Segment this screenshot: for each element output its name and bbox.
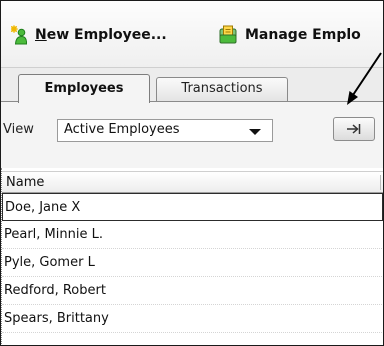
- employee-name: Pearl, Minnie L.: [4, 227, 103, 242]
- callout-arrow-icon: [347, 52, 382, 105]
- view-label: View: [3, 122, 34, 137]
- new-employee-accel: N: [35, 27, 47, 43]
- employee-row[interactable]: Doe, Jane X: [2, 193, 383, 221]
- new-employee-label: ew Employee...: [46, 27, 167, 43]
- new-employee-icon: [11, 25, 27, 45]
- column-header-name[interactable]: Name: [2, 171, 383, 193]
- employee-name: Doe, Jane X: [5, 200, 81, 215]
- expand-panel-button[interactable]: [333, 117, 375, 141]
- column-header-label: Name: [6, 175, 45, 190]
- window-frame: New Employee... Manage Emplo Employees T…: [0, 0, 384, 346]
- employee-name: Redford, Robert: [4, 283, 106, 298]
- employee-row[interactable]: Redford, Robert: [2, 277, 383, 305]
- toolbar: New Employee... Manage Emplo: [1, 1, 383, 68]
- employee-name: Pyle, Gomer L: [4, 255, 95, 270]
- new-employee-button[interactable]: New Employee...: [11, 23, 167, 47]
- view-dropdown-value: Active Employees: [64, 122, 180, 137]
- tab-employees[interactable]: Employees: [18, 74, 150, 103]
- manage-employee-button[interactable]: Manage Emplo: [219, 23, 361, 47]
- filter-row: View Active Employees: [1, 102, 383, 168]
- tab-strip: Employees Transactions: [1, 68, 383, 103]
- employee-name: Spears, Brittany: [4, 311, 109, 326]
- column-separator: [380, 175, 381, 190]
- arrow-to-right-bar-icon: [347, 124, 361, 134]
- employee-row[interactable]: Pyle, Gomer L: [2, 249, 383, 277]
- tab-transactions[interactable]: Transactions: [156, 77, 288, 101]
- chevron-down-icon: [249, 129, 261, 135]
- manage-info-icon: [219, 25, 237, 44]
- employee-row[interactable]: Pearl, Minnie L.: [2, 221, 383, 249]
- manage-employee-label: Manage Emplo: [245, 27, 361, 43]
- tab-baseline-gap: [19, 101, 149, 102]
- employee-list: Name Doe, Jane X Pearl, Minnie L. Pyle, …: [1, 168, 383, 345]
- view-dropdown[interactable]: Active Employees: [57, 119, 273, 142]
- employee-row[interactable]: Spears, Brittany: [2, 305, 383, 333]
